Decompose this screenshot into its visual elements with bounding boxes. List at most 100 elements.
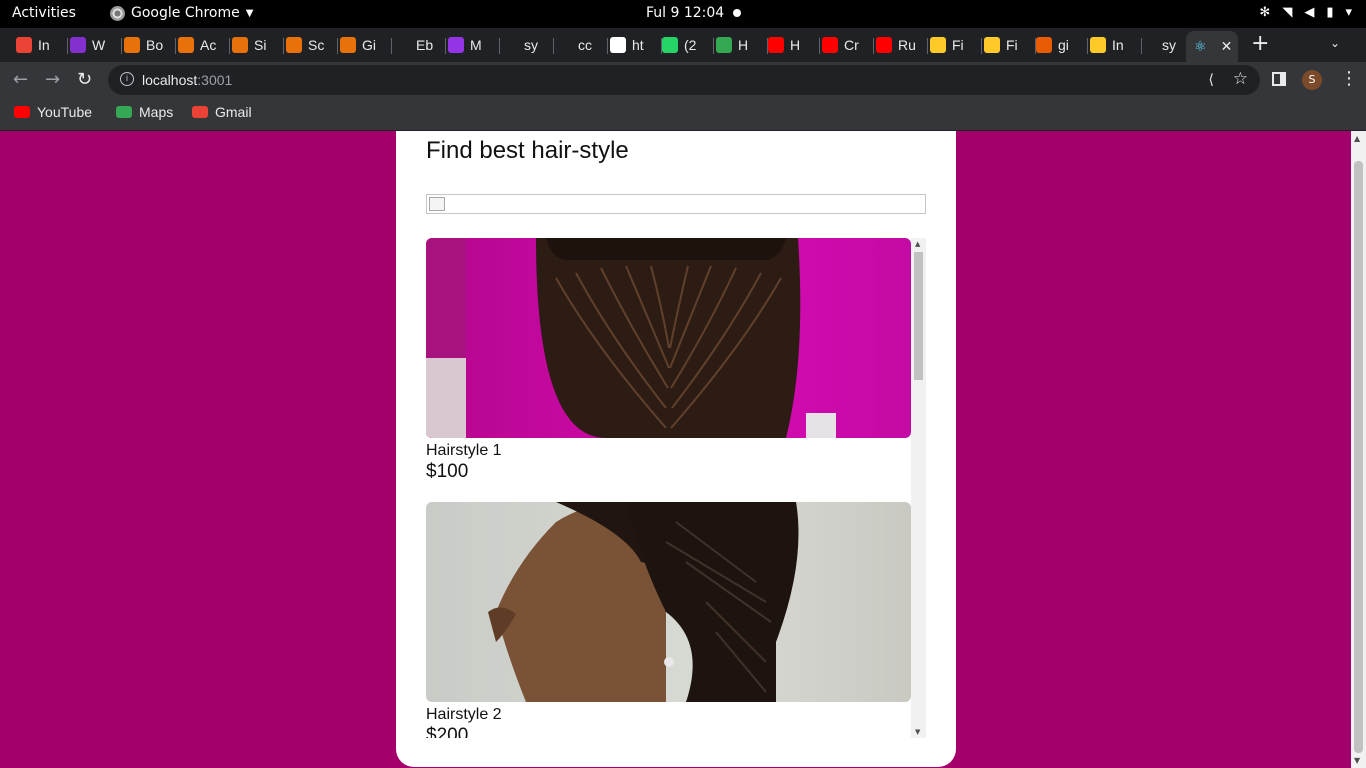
tab-separator bbox=[337, 38, 338, 54]
tab[interactable]: Ru bbox=[876, 31, 928, 59]
page-scrollbar[interactable]: ▲ ▼ bbox=[1351, 131, 1366, 768]
tab-separator bbox=[1035, 38, 1036, 54]
tab-favicon-icon bbox=[178, 37, 194, 53]
tab[interactable]: cc bbox=[556, 31, 608, 59]
tab-title: Ru bbox=[898, 37, 916, 53]
tab-strip: sy In gi Fi Fi Ru Cr H H (2 ht cc sy M Eb Gi Sc Si Ac Bo W In… bbox=[0, 28, 1366, 62]
tab-title: cc bbox=[578, 37, 592, 53]
profile-avatar[interactable]: S bbox=[1302, 70, 1322, 90]
tab-title: Sc bbox=[308, 37, 325, 53]
hairstyle-list[interactable]: Hairstyle 1 $100 Hairstyle 2 $200 ▲ ▼ bbox=[426, 238, 926, 738]
scroll-down-arrow-icon[interactable]: ▼ bbox=[915, 728, 920, 736]
tab-active[interactable]: ⚛ ✕ bbox=[1186, 31, 1238, 62]
tab-favicon-icon bbox=[716, 37, 732, 53]
tab-favicon-icon bbox=[340, 37, 356, 53]
battery-icon: ▮ bbox=[1326, 5, 1334, 20]
tab-favicon-icon bbox=[448, 37, 464, 53]
tab[interactable]: W bbox=[70, 31, 122, 59]
tab-title: Ac bbox=[200, 37, 217, 53]
tab[interactable]: Fi bbox=[930, 31, 982, 59]
tab-title: Fi bbox=[952, 37, 964, 53]
tab-separator bbox=[283, 38, 284, 54]
tab[interactable]: H bbox=[768, 31, 820, 59]
page-scrollbar-thumb[interactable] bbox=[1354, 161, 1363, 753]
tab[interactable]: sy bbox=[1140, 31, 1192, 59]
tab[interactable]: Si bbox=[232, 31, 284, 59]
tab[interactable]: Fi bbox=[984, 31, 1036, 59]
maps-icon bbox=[116, 106, 132, 118]
hairstyle-photo[interactable] bbox=[426, 502, 911, 702]
tab-title: W bbox=[92, 37, 106, 53]
new-tab-button[interactable]: + bbox=[1251, 31, 1269, 56]
tab-separator bbox=[1087, 38, 1088, 54]
browser-toolbar: ← → ↻ i localhost:3001 ⟨ ☆ S ⋮ bbox=[0, 62, 1366, 98]
tab-favicon-icon bbox=[984, 37, 1000, 53]
bookmark-gmail[interactable]: Gmail bbox=[192, 104, 252, 120]
tab-title: gi bbox=[1058, 37, 1069, 53]
tab[interactable]: Bo bbox=[124, 31, 176, 59]
tab[interactable]: H bbox=[716, 31, 768, 59]
tab[interactable]: Cr bbox=[822, 31, 874, 59]
tab-search-chevron-icon[interactable]: ⌄ bbox=[1330, 36, 1340, 50]
volume-icon: ◀ bbox=[1304, 5, 1315, 20]
tab[interactable]: Sc bbox=[286, 31, 338, 59]
tab-favicon-icon bbox=[556, 37, 572, 53]
kebab-menu-icon[interactable]: ⋮ bbox=[1340, 68, 1358, 89]
activities-button[interactable]: Activities bbox=[12, 5, 76, 21]
tab-separator bbox=[607, 38, 608, 54]
scroll-down-arrow-icon[interactable]: ▼ bbox=[1354, 756, 1360, 765]
tab[interactable]: Ac bbox=[178, 31, 230, 59]
tab-separator bbox=[391, 38, 392, 54]
tab-title: Gi bbox=[362, 37, 376, 53]
site-info-icon[interactable]: i bbox=[120, 72, 134, 86]
scroll-up-arrow-icon[interactable]: ▲ bbox=[915, 240, 920, 248]
address-bar[interactable]: i localhost:3001 ⟨ ☆ bbox=[108, 65, 1260, 95]
clock[interactable]: Ful 9 12:04 bbox=[646, 5, 724, 21]
url-text: localhost:3001 bbox=[142, 72, 233, 88]
tab-title: H bbox=[790, 37, 801, 53]
scroll-up-arrow-icon[interactable]: ▲ bbox=[1354, 134, 1360, 143]
tab-title: (2 bbox=[684, 37, 697, 53]
tab[interactable]: In bbox=[1090, 31, 1142, 59]
tab-separator bbox=[67, 38, 68, 54]
tab[interactable]: sy bbox=[502, 31, 554, 59]
tab[interactable]: Eb bbox=[394, 31, 446, 59]
tab[interactable]: gi bbox=[1036, 31, 1088, 59]
list-item[interactable]: Hairstyle 2 $200 bbox=[426, 502, 911, 738]
tab-favicon-icon bbox=[124, 37, 140, 53]
forward-arrow-icon[interactable]: → bbox=[45, 69, 60, 90]
youtube-icon bbox=[14, 106, 30, 118]
side-panel-icon[interactable] bbox=[1272, 72, 1286, 86]
tab[interactable]: In bbox=[16, 31, 68, 59]
bookmark-label: Gmail bbox=[215, 104, 252, 120]
tab[interactable]: ht bbox=[610, 31, 662, 59]
share-icon[interactable]: ⟨ bbox=[1209, 71, 1214, 88]
tab[interactable]: M bbox=[448, 31, 500, 59]
slack-icon: ✻ bbox=[1259, 5, 1271, 20]
tab-separator bbox=[767, 38, 768, 54]
tab-title: Si bbox=[254, 37, 267, 53]
bookmark-youtube[interactable]: YouTube bbox=[14, 104, 92, 120]
tab[interactable]: Gi bbox=[340, 31, 392, 59]
tab-favicon-icon bbox=[286, 37, 302, 53]
close-tab-icon[interactable]: ✕ bbox=[1221, 38, 1233, 55]
side-braids-illustration bbox=[488, 502, 799, 702]
app-menu[interactable]: Google Chrome ▼ bbox=[110, 5, 253, 21]
tab[interactable]: (2 bbox=[662, 31, 714, 59]
bookmark-maps[interactable]: Maps bbox=[116, 104, 173, 120]
hairstyle-photo[interactable] bbox=[426, 238, 911, 438]
hairstyle-price: $200 bbox=[426, 725, 469, 738]
system-tray[interactable]: ✻ ◥ ◀ ▮ ▾ bbox=[1259, 5, 1352, 20]
tab-title: Bo bbox=[146, 37, 164, 53]
tab-favicon-icon bbox=[930, 37, 946, 53]
tab-title: In bbox=[38, 37, 50, 53]
broken-image-icon bbox=[429, 197, 445, 211]
reload-icon[interactable]: ↻ bbox=[77, 69, 92, 90]
list-scrollbar[interactable]: ▲ ▼ bbox=[911, 238, 926, 738]
back-arrow-icon[interactable]: ← bbox=[13, 69, 28, 90]
caret-down-icon: ▼ bbox=[245, 7, 254, 19]
list-scrollbar-thumb[interactable] bbox=[914, 252, 923, 380]
list-item[interactable]: Hairstyle 1 $100 bbox=[426, 238, 911, 483]
tab-favicon-icon bbox=[610, 37, 626, 53]
bookmark-star-icon[interactable]: ☆ bbox=[1233, 69, 1248, 89]
